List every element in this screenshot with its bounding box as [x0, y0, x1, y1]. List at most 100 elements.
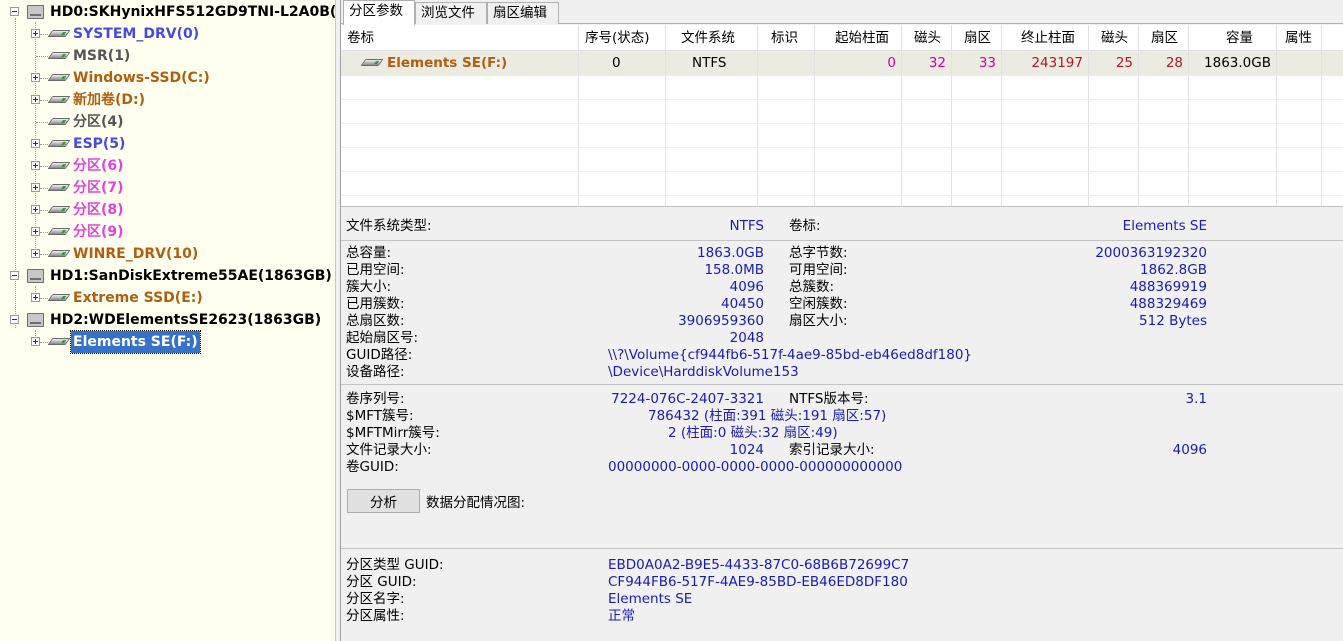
- file-record-size-value: 1024: [729, 442, 764, 458]
- collapse-icon[interactable]: [10, 271, 19, 280]
- guid-path-value: \\?\Volume{cf944fb6-517f-4ae9-85bd-eb46e…: [608, 347, 972, 363]
- part-guid-value: CF944FB6-517F-4AE9-85BD-EB46ED8DF180: [608, 574, 908, 590]
- tree-disk-hd0[interactable]: HD0:SKHynixHFS512GD9TNI-L2A0B(4: [0, 1, 335, 23]
- tree-partition-label: ESP(5): [73, 136, 126, 152]
- allocation-map-label: 数据分配情况图:: [426, 495, 526, 511]
- cluster-size-label: 簇大小:: [346, 279, 392, 295]
- partition-icon: [47, 96, 71, 103]
- disk-tree[interactable]: HD0:SKHynixHFS512GD9TNI-L2A0B(4 SYSTEM_D…: [0, 0, 335, 641]
- column-header-end-sector[interactable]: 扇区: [1151, 25, 1178, 51]
- partition-icon: [47, 30, 71, 37]
- hard-disk-icon: [27, 5, 44, 19]
- tab-sector-edit[interactable]: 扇区编辑: [487, 2, 559, 24]
- serial-label: 卷序列号:: [346, 391, 405, 407]
- partition-icon: [47, 118, 71, 125]
- tree-partition-label: MSR(1): [73, 48, 131, 64]
- tree-partition-label: Extreme SSD(E:): [73, 290, 203, 306]
- expand-icon[interactable]: [31, 29, 40, 38]
- expand-icon[interactable]: [31, 161, 40, 170]
- analyze-button[interactable]: 分析: [347, 489, 420, 513]
- column-header-label[interactable]: 卷标: [347, 25, 374, 51]
- part-name-value: Elements SE: [608, 591, 693, 607]
- volume-guid-label: 卷GUID:: [346, 459, 399, 475]
- mft-label: $MFT簇号:: [346, 408, 414, 424]
- expand-icon[interactable]: [31, 249, 40, 258]
- tree-disk-label: HD1:SanDiskExtreme55AE(1863GB): [50, 268, 332, 284]
- column-header-start-sector[interactable]: 扇区: [964, 25, 991, 51]
- mftmirr-label: $MFTMirr簇号:: [346, 425, 440, 441]
- tree-partition-label: Elements SE(F:): [70, 330, 201, 354]
- row-index: 0: [612, 55, 621, 71]
- tree-partition-label: SYSTEM_DRV(0): [73, 26, 200, 42]
- partition-icon: [47, 184, 71, 191]
- volume-label-value: Elements SE: [1122, 218, 1207, 234]
- free-clusters-label: 空闲簇数:: [789, 296, 848, 312]
- expand-icon[interactable]: [31, 95, 40, 104]
- collapse-icon[interactable]: [10, 315, 19, 324]
- column-header-start-head[interactable]: 磁头: [914, 25, 941, 51]
- expand-icon[interactable]: [31, 183, 40, 192]
- ntfs-version-label: NTFS版本号:: [789, 391, 869, 407]
- used-space-label: 已用空间:: [346, 262, 405, 278]
- tab-partition-params[interactable]: 分区参数: [343, 0, 415, 25]
- partition-icon: [47, 228, 71, 235]
- row-attr: [1277, 51, 1322, 75]
- expand-icon[interactable]: [31, 205, 40, 214]
- partition-table[interactable]: 卷标 序号(状态) 文件系统 标识 起始柱面 磁头 扇区 终止柱面 磁头 扇区 …: [341, 25, 1343, 207]
- tree-partition-label: Windows-SSD(C:): [73, 70, 210, 86]
- fs-type-label: 文件系统类型:: [346, 218, 432, 234]
- file-record-size-label: 文件记录大小:: [346, 442, 432, 458]
- row-start-head: 32: [928, 55, 946, 71]
- partition-icon: [47, 74, 71, 81]
- expand-icon[interactable]: [31, 73, 40, 82]
- row-fs: NTFS: [692, 55, 727, 71]
- partition-icon: [47, 162, 71, 169]
- hard-disk-icon: [27, 269, 44, 283]
- row-end-head: 25: [1115, 55, 1133, 71]
- row-end-sector: 28: [1165, 55, 1183, 71]
- row-start-sector: 33: [978, 55, 996, 71]
- collapse-icon[interactable]: [10, 7, 19, 16]
- total-bytes-value: 2000363192320: [1095, 245, 1207, 261]
- tab-browse-files[interactable]: 浏览文件: [415, 2, 487, 24]
- expand-icon[interactable]: [31, 337, 40, 346]
- column-header-end-cyl[interactable]: 终止柱面: [1021, 25, 1075, 51]
- guid-path-label: GUID路径:: [346, 347, 413, 363]
- cluster-size-value: 4096: [729, 279, 764, 295]
- expand-icon[interactable]: [31, 139, 40, 148]
- part-attr-label: 分区属性:: [346, 608, 405, 624]
- tree-partition-label: 分区(7): [73, 180, 124, 196]
- partition-icon: [47, 140, 71, 147]
- total-capacity-label: 总容量:: [346, 245, 392, 261]
- column-header-start-cyl[interactable]: 起始柱面: [835, 25, 889, 51]
- column-header-end-head[interactable]: 磁头: [1101, 25, 1128, 51]
- index-record-size-value: 4096: [1172, 442, 1207, 458]
- part-type-guid-label: 分区类型 GUID:: [346, 557, 444, 573]
- column-header-fs[interactable]: 文件系统: [681, 25, 735, 51]
- tree-partition-label: 分区(6): [73, 158, 124, 174]
- row-start-cyl: 0: [887, 55, 896, 71]
- expand-icon[interactable]: [31, 293, 40, 302]
- column-header-capacity[interactable]: 容量: [1226, 25, 1253, 51]
- tree-partition-label: 分区(4): [73, 114, 124, 130]
- expand-icon[interactable]: [31, 227, 40, 236]
- total-capacity-value: 1863.0GB: [697, 245, 764, 261]
- fs-type-value: NTFS: [729, 218, 764, 234]
- part-attr-value: 正常: [608, 608, 635, 624]
- start-sector-value: 2048: [729, 330, 764, 346]
- row-volume-label: Elements SE(F:): [387, 55, 508, 71]
- column-header-index[interactable]: 序号(状态): [585, 25, 650, 51]
- part-type-guid-value: EBD0A0A2-B9E5-4433-87C0-68B6B72699C7: [608, 557, 910, 573]
- column-header-flag[interactable]: 标识: [771, 25, 798, 51]
- ntfs-version-value: 3.1: [1185, 391, 1207, 407]
- mftmirr-value: 2 (柱面:0 磁头:32 扇区:49): [668, 425, 838, 441]
- tab-bar: 分区参数 浏览文件 扇区编辑: [341, 0, 1343, 25]
- partition-icon: [47, 52, 71, 59]
- column-header-attr[interactable]: 属性: [1285, 25, 1312, 51]
- device-path-value: \Device\HarddiskVolume153: [608, 364, 799, 380]
- used-clusters-value: 40450: [721, 296, 764, 312]
- free-space-label: 可用空间:: [789, 262, 848, 278]
- tree-partition-label: 分区(8): [73, 202, 124, 218]
- tree-partition-label: 新加卷(D:): [73, 92, 146, 108]
- right-pane: 分区参数 浏览文件 扇区编辑 卷标 序号(状态) 文件系统 标识 起始柱面 磁头: [341, 0, 1343, 641]
